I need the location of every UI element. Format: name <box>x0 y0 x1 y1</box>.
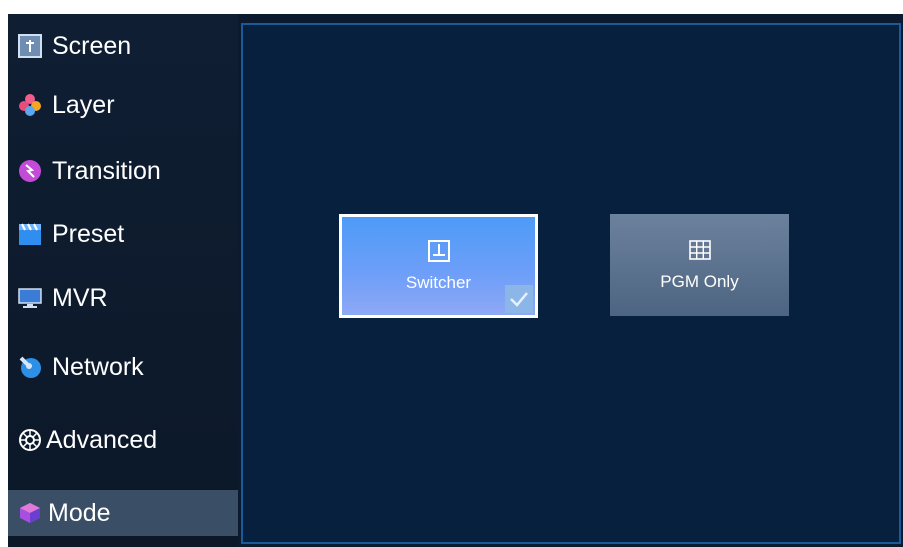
app-frame: Screen Layer Transition Preset MVR Netwo… <box>8 14 903 547</box>
sidebar: Screen Layer Transition Preset MVR Netwo… <box>8 14 238 547</box>
preset-icon <box>19 223 41 245</box>
sidebar-item-layer[interactable]: Layer <box>8 82 238 128</box>
screen-icon <box>18 34 42 58</box>
sidebar-item-label: Network <box>52 352 144 381</box>
layer-icon <box>19 94 41 116</box>
sidebar-item-network[interactable]: Network <box>8 344 238 390</box>
sidebar-item-label: MVR <box>52 283 108 312</box>
sidebar-item-label: Screen <box>52 31 132 60</box>
pgm-only-mode-button[interactable]: PGM Only <box>610 214 789 316</box>
mvr-icon <box>18 288 42 308</box>
sidebar-item-mvr[interactable]: MVR <box>8 275 238 321</box>
sidebar-item-screen[interactable]: Screen <box>8 23 238 69</box>
grid-icon <box>688 240 711 260</box>
sidebar-item-transition[interactable]: Transition <box>8 148 238 194</box>
switcher-icon <box>427 240 450 262</box>
network-icon <box>19 356 41 378</box>
selected-check-icon <box>505 285 533 313</box>
gear-icon <box>19 429 41 451</box>
sidebar-item-label: Advanced <box>46 425 158 454</box>
sidebar-item-label: Preset <box>52 219 125 248</box>
sidebar-item-label: Transition <box>52 156 161 185</box>
sidebar-item-label: Layer <box>52 90 115 119</box>
switcher-mode-button[interactable]: Switcher <box>339 214 538 318</box>
sidebar-item-preset[interactable]: Preset <box>8 211 238 257</box>
sidebar-item-mode[interactable]: Mode <box>8 490 238 536</box>
mode-label: Switcher <box>405 273 472 292</box>
mode-label: PGM Only <box>660 272 739 291</box>
mode-icon <box>20 503 40 523</box>
transition-icon <box>19 160 41 182</box>
sidebar-item-advanced[interactable]: Advanced <box>8 417 238 463</box>
sidebar-item-label: Mode <box>48 498 111 527</box>
mode-panel: Switcher PGM Only <box>241 23 901 544</box>
